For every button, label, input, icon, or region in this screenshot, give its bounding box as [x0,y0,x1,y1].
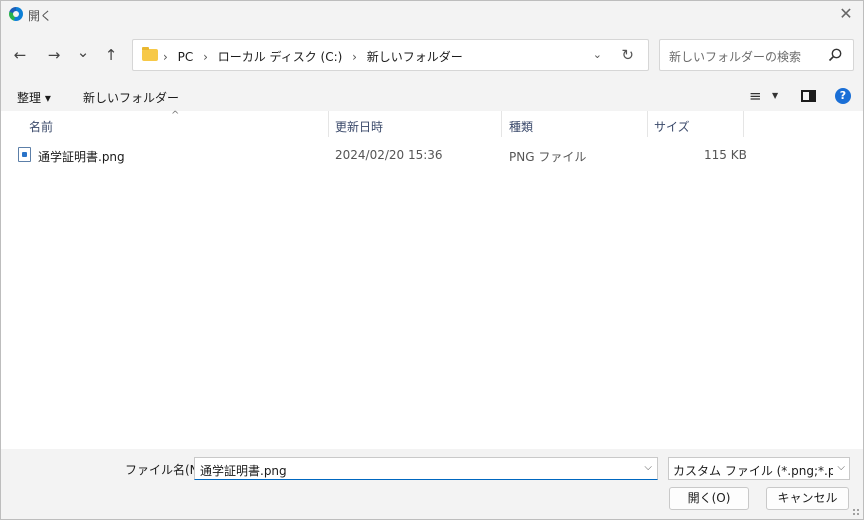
file-modified: 2024/02/20 15:36 [335,148,443,162]
title-bar: 開く ✕ [1,1,863,29]
sort-ascending-icon: ^ [171,110,180,121]
png-file-icon [18,147,31,162]
breadcrumb-separator: › [163,50,168,64]
column-header-type[interactable]: 種類 [509,118,533,135]
filename-dropdown-icon[interactable]: ⌵ [644,462,652,473]
up-folder-icon[interactable]: ↑ [100,44,122,66]
view-options-icon[interactable]: ≡ [749,87,762,105]
column-header-modified[interactable]: 更新日時 [335,118,383,135]
column-divider[interactable] [328,111,329,137]
search-icon[interactable] [827,47,843,63]
command-toolbar: 整理 ▾ 新しいフォルダー ≡ ▼ ? [1,81,863,111]
recent-locations-chevron-icon[interactable]: ⌄ [72,41,94,63]
open-button[interactable]: 開く(O) [669,487,749,510]
address-bar[interactable]: › PC › ローカル ディスク (C:) › 新しいフォルダー ⌄ ↻ [132,39,649,71]
filename-input[interactable]: 通学証明書.png ⌵ [194,457,658,480]
cancel-button[interactable]: キャンセル [766,487,849,510]
breadcrumb-separator: › [352,50,357,64]
search-placeholder: 新しいフォルダーの検索 [669,50,802,64]
file-size: 115 KB [704,148,747,162]
preview-pane-icon[interactable] [801,90,816,102]
column-divider[interactable] [647,111,648,137]
back-arrow-icon[interactable]: ← [9,44,31,66]
new-folder-button[interactable]: 新しいフォルダー [83,89,179,106]
file-name: 通学証明書.png [38,150,125,164]
edge-app-icon [9,7,23,21]
file-row[interactable]: 通学証明書.png 2024/02/20 15:36 PNG ファイル 115 … [1,144,863,166]
resize-grip-icon[interactable] [852,508,860,516]
filetype-dropdown-icon[interactable]: ⌵ [837,462,845,473]
breadcrumb-item-pc[interactable]: PC [178,50,194,64]
dialog-title: 開く [28,9,53,23]
address-dropdown-icon[interactable]: ⌄ [593,48,602,61]
column-header-size[interactable]: サイズ [654,118,690,135]
file-list[interactable]: ^ 名前 更新日時 種類 サイズ 通学証明書.png 2024/02/20 15… [1,110,863,449]
dialog-footer: ファイル名(N): 通学証明書.png ⌵ カスタム ファイル (*.png;*… [1,449,863,519]
forward-arrow-icon[interactable]: → [43,44,65,66]
breadcrumb: › PC › ローカル ディスク (C:) › 新しいフォルダー [163,48,469,65]
file-type: PNG ファイル [509,150,587,164]
filename-value: 通学証明書.png [200,464,287,478]
filetype-select[interactable]: カスタム ファイル (*.png;*.pjp;*.jpg;*.jpeg) ⌵ [668,457,850,480]
column-divider[interactable] [501,111,502,137]
search-input[interactable]: 新しいフォルダーの検索 [659,39,854,71]
filetype-value: カスタム ファイル (*.png;*.pjp;*.jpg;*.jpeg) [673,464,833,478]
refresh-icon[interactable]: ↻ [621,46,634,64]
breadcrumb-separator: › [203,50,208,64]
column-divider[interactable] [743,111,744,137]
column-header-name[interactable]: 名前 [29,118,53,135]
view-options-dropdown-icon[interactable]: ▼ [772,91,778,100]
help-icon[interactable]: ? [835,88,851,104]
breadcrumb-item-local-disk[interactable]: ローカル ディスク (C:) [218,50,343,64]
breadcrumb-item-new-folder[interactable]: 新しいフォルダー [367,50,463,64]
organize-menu-button[interactable]: 整理 ▾ [17,89,51,106]
folder-icon [142,47,158,61]
close-icon[interactable]: ✕ [835,3,857,25]
open-file-dialog: 開く ✕ ← → ⌄ ↑ › PC › ローカル ディスク (C:) › 新しい… [0,0,864,520]
